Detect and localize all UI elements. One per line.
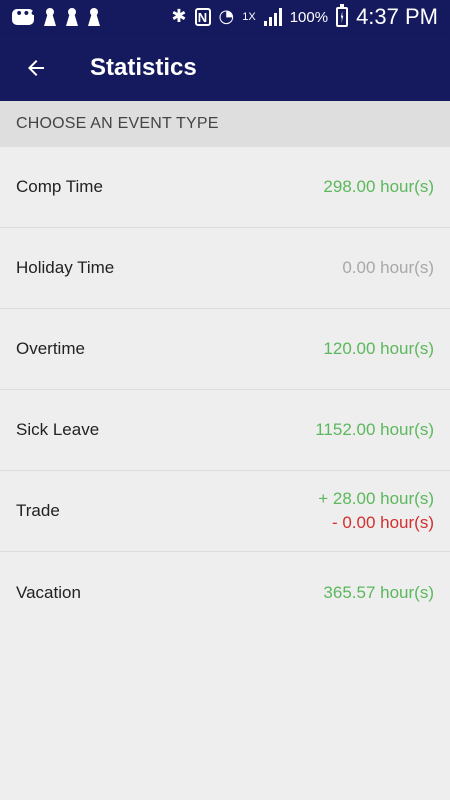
section-header: CHOOSE AN EVENT TYPE (0, 101, 450, 147)
lock-notification-icon-3 (88, 8, 100, 26)
signal-strength-icon (263, 8, 282, 26)
list-item-trade[interactable]: Trade + 28.00 hour(s) - 0.00 hour(s) (0, 471, 450, 552)
clock: 4:37 PM (356, 4, 438, 29)
event-label: Vacation (16, 582, 81, 602)
trade-values: + 28.00 hour(s) - 0.00 hour(s) (318, 487, 434, 535)
list-item-sick-leave[interactable]: Sick Leave 1152.00 hour(s) (0, 390, 450, 471)
lock-notification-icon (44, 8, 56, 26)
event-label: Sick Leave (16, 420, 100, 439)
trade-hours-minus: - 0.00 hour(s) (331, 513, 434, 532)
wifi-icon: ◔ (218, 6, 235, 27)
back-button[interactable] (6, 34, 66, 101)
app-bar: Statistics (0, 34, 450, 101)
event-hours: 0.00 hour(s) (342, 258, 434, 277)
list-item-comp-time[interactable]: Comp Time 298.00 hour(s) (0, 147, 450, 228)
list-item-overtime[interactable]: Overtime 120.00 hour(s) (0, 309, 450, 390)
list-item-holiday-time[interactable]: Holiday Time 0.00 hour(s) (0, 228, 450, 309)
trade-hours-plus: + 28.00 hour(s) (318, 489, 434, 508)
event-hours: 1152.00 hour(s) (315, 420, 434, 439)
event-hours: 120.00 hour(s) (323, 339, 434, 358)
lock-notification-icon-2 (66, 8, 78, 26)
event-label: Holiday Time (16, 258, 115, 277)
list-item-vacation[interactable]: Vacation 365.57 hour(s) (0, 552, 450, 633)
nfc-icon: N (194, 8, 211, 26)
battery-percent: 100% (289, 8, 329, 26)
page-title: Statistics (90, 53, 197, 81)
message-notification-icon (12, 6, 37, 25)
event-hours: 298.00 hour(s) (323, 177, 434, 196)
event-label: Comp Time (16, 177, 103, 196)
status-bar: ✱ N ◔ 1X 100% 4:37 PM (0, 0, 450, 34)
event-hours: 365.57 hour(s) (323, 582, 434, 602)
network-speed: 1X (242, 11, 256, 23)
arrow-back-icon (28, 59, 44, 76)
battery-charging-icon (336, 4, 349, 27)
event-type-list: Comp Time 298.00 hour(s) Holiday Time 0.… (0, 147, 450, 633)
bluetooth-icon: ✱ (171, 6, 187, 27)
event-label: Trade (16, 501, 60, 520)
event-label: Overtime (16, 339, 85, 358)
